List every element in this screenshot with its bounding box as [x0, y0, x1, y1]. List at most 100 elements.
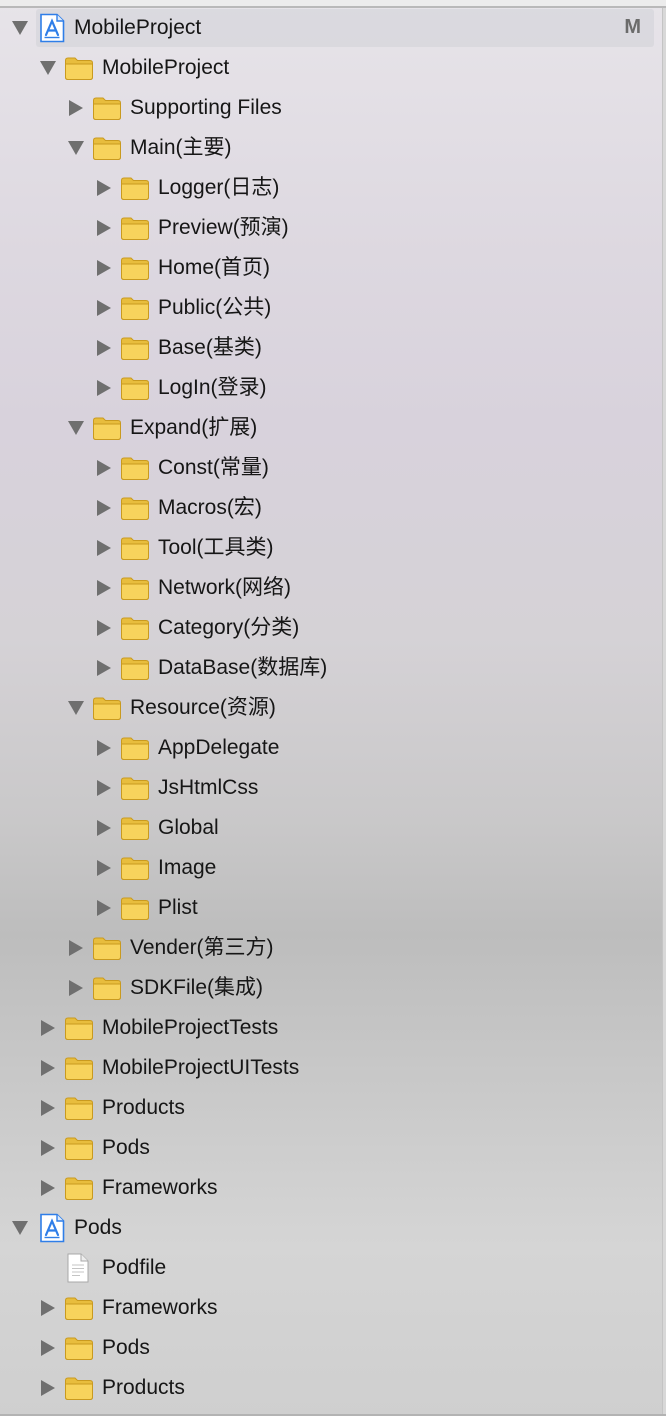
- disclosure-expanded-icon[interactable]: [68, 140, 84, 156]
- tree-item-label: Main(主要): [130, 136, 232, 159]
- tree-row[interactable]: DataBase(数据库): [0, 648, 662, 688]
- tree-row[interactable]: Const(常量): [0, 448, 662, 488]
- tree-row[interactable]: Tool(工具类): [0, 528, 662, 568]
- disclosure-expanded-icon[interactable]: [12, 1220, 28, 1236]
- folder-icon: [120, 335, 150, 361]
- disclosure-collapsed-icon[interactable]: [96, 260, 112, 276]
- disclosure-collapsed-icon[interactable]: [96, 740, 112, 756]
- folder-icon: [92, 975, 122, 1001]
- tree-row[interactable]: Public(公共): [0, 288, 662, 328]
- tree-item-label: MobileProject: [74, 16, 202, 39]
- disclosure-collapsed-icon[interactable]: [96, 780, 112, 796]
- folder-icon: [120, 735, 150, 761]
- disclosure-collapsed-icon[interactable]: [96, 620, 112, 636]
- disclosure-collapsed-icon[interactable]: [96, 460, 112, 476]
- tree-row[interactable]: Macros(宏): [0, 488, 662, 528]
- folder-icon: [120, 175, 150, 201]
- tree-row[interactable]: Global: [0, 808, 662, 848]
- tree-item-label: Public(公共): [158, 296, 272, 319]
- disclosure-collapsed-icon[interactable]: [96, 220, 112, 236]
- tree-item-label: Const(常量): [158, 456, 269, 479]
- tree-row[interactable]: Image: [0, 848, 662, 888]
- disclosure-collapsed-icon[interactable]: [40, 1100, 56, 1116]
- tree-row[interactable]: Network(网络): [0, 568, 662, 608]
- tree-row[interactable]: Category(分类): [0, 608, 662, 648]
- tree-row[interactable]: MobileProject M: [0, 8, 662, 48]
- tree-item-label: Plist: [158, 896, 198, 919]
- tree-row[interactable]: Vender(第三方): [0, 928, 662, 968]
- disclosure-collapsed-icon[interactable]: [96, 340, 112, 356]
- tree-row[interactable]: Pods: [0, 1208, 662, 1248]
- tree-row[interactable]: Plist: [0, 888, 662, 928]
- folder-icon: [92, 695, 122, 721]
- tree-row[interactable]: AppDelegate: [0, 728, 662, 768]
- tree-item-label: Pods: [102, 1336, 150, 1359]
- tree-row[interactable]: Frameworks: [0, 1288, 662, 1328]
- disclosure-collapsed-icon[interactable]: [96, 580, 112, 596]
- document-icon: [66, 1253, 90, 1283]
- tree-row[interactable]: Base(基类): [0, 328, 662, 368]
- disclosure-collapsed-icon[interactable]: [40, 1020, 56, 1036]
- tree-row[interactable]: Frameworks: [0, 1168, 662, 1208]
- tree-row[interactable]: Pods: [0, 1128, 662, 1168]
- tree-row[interactable]: Preview(预演): [0, 208, 662, 248]
- folder-icon: [92, 95, 122, 121]
- disclosure-collapsed-icon[interactable]: [68, 940, 84, 956]
- tree-row[interactable]: Pods: [0, 1328, 662, 1368]
- tree-row[interactable]: MobileProject: [0, 48, 662, 88]
- tree-row[interactable]: Expand(扩展): [0, 408, 662, 448]
- tree-item-label: Podfile: [102, 1256, 167, 1279]
- tree-item-label: MobileProject: [102, 56, 230, 79]
- disclosure-collapsed-icon[interactable]: [96, 860, 112, 876]
- tree-item-label: Tool(工具类): [158, 536, 274, 559]
- disclosure-collapsed-icon[interactable]: [68, 980, 84, 996]
- disclosure-collapsed-icon[interactable]: [96, 380, 112, 396]
- tree-row[interactable]: Supporting Files: [0, 88, 662, 128]
- disclosure-expanded-icon[interactable]: [12, 20, 28, 36]
- disclosure-collapsed-icon[interactable]: [40, 1180, 56, 1196]
- disclosure-expanded-icon[interactable]: [68, 420, 84, 436]
- tree-item-label: Pods: [102, 1136, 150, 1159]
- disclosure-collapsed-icon[interactable]: [96, 660, 112, 676]
- folder-icon: [64, 1175, 94, 1201]
- tree-row[interactable]: Main(主要): [0, 128, 662, 168]
- disclosure-collapsed-icon[interactable]: [40, 1380, 56, 1396]
- tree-row[interactable]: Logger(日志): [0, 168, 662, 208]
- disclosure-collapsed-icon[interactable]: [68, 100, 84, 116]
- disclosure-collapsed-icon[interactable]: [96, 500, 112, 516]
- tree-row[interactable]: Products: [0, 1088, 662, 1128]
- disclosure-collapsed-icon[interactable]: [40, 1060, 56, 1076]
- tree-row[interactable]: Home(首页): [0, 248, 662, 288]
- tree-row[interactable]: JsHtmlCss: [0, 768, 662, 808]
- disclosure-collapsed-icon[interactable]: [40, 1140, 56, 1156]
- disclosure-expanded-icon[interactable]: [40, 60, 56, 76]
- tree-item-label: LogIn(登录): [158, 376, 267, 399]
- tree-row[interactable]: SDKFile(集成): [0, 968, 662, 1008]
- tree-item-label: AppDelegate: [158, 736, 280, 759]
- tree-item-label: Products: [102, 1376, 185, 1399]
- disclosure-collapsed-icon[interactable]: [96, 180, 112, 196]
- tree-row[interactable]: LogIn(登录): [0, 368, 662, 408]
- tree-item-label: Expand(扩展): [130, 416, 258, 439]
- folder-icon: [120, 895, 150, 921]
- xcode-project-icon: [38, 1213, 66, 1243]
- tree-row[interactable]: Products: [0, 1368, 662, 1408]
- disclosure-collapsed-icon[interactable]: [40, 1340, 56, 1356]
- tree-item-label: Resource(资源): [130, 696, 276, 719]
- tree-row[interactable]: MobileProjectUITests: [0, 1048, 662, 1088]
- tree-row[interactable]: Resource(资源): [0, 688, 662, 728]
- tree-item-label: MobileProjectTests: [102, 1016, 279, 1039]
- disclosure-expanded-icon[interactable]: [68, 700, 84, 716]
- folder-icon: [120, 575, 150, 601]
- disclosure-collapsed-icon[interactable]: [40, 1300, 56, 1316]
- tree-row[interactable]: MobileProjectTests: [0, 1008, 662, 1048]
- folder-icon: [64, 1135, 94, 1161]
- folder-icon: [120, 815, 150, 841]
- tree-row[interactable]: Podfile: [0, 1248, 662, 1288]
- project-navigator-tree: MobileProject M MobileProject Supporting Fi…: [0, 8, 662, 1408]
- disclosure-collapsed-icon[interactable]: [96, 820, 112, 836]
- disclosure-collapsed-icon[interactable]: [96, 540, 112, 556]
- disclosure-collapsed-icon[interactable]: [96, 300, 112, 316]
- folder-icon: [64, 1295, 94, 1321]
- disclosure-collapsed-icon[interactable]: [96, 900, 112, 916]
